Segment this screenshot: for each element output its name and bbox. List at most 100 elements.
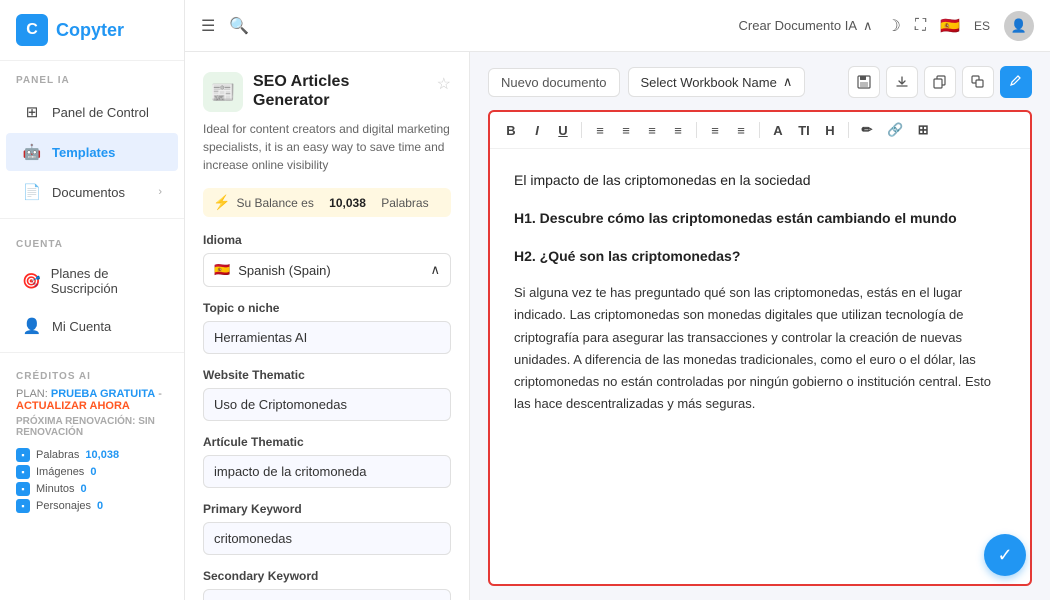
sidebar-item-label: Templates — [52, 145, 115, 160]
topnav-left: ☰ 🔍 — [201, 16, 249, 36]
heading-button[interactable]: H — [819, 121, 841, 140]
workbook-button[interactable]: Select Workbook Name ∧ — [628, 67, 806, 97]
credit-label: Palabras — [36, 449, 79, 461]
logo-box: C — [16, 14, 48, 46]
pen-button[interactable]: ✏ — [856, 120, 878, 140]
font-size-button[interactable]: TI — [793, 121, 815, 140]
favorite-button[interactable]: ☆ — [437, 74, 451, 94]
main: ☰ 🔍 Crear Documento IA ∧ ☽ ⛶ 🇪🇸 ES 👤 📰 S… — [185, 0, 1050, 600]
bold-button[interactable]: B — [500, 121, 522, 140]
download-icon-button[interactable] — [886, 66, 918, 98]
secondary-keyword-input[interactable] — [203, 589, 451, 600]
copy-icon-button[interactable] — [924, 66, 956, 98]
article-thematic-section: Artícule Thematic — [203, 435, 451, 488]
font-color-button[interactable]: A — [767, 121, 789, 140]
fmt-sep-4 — [848, 122, 849, 138]
sidebar-item-mi-cuenta[interactable]: 👤 Mi Cuenta — [6, 307, 178, 345]
sidebar-item-templates[interactable]: 🤖 Templates — [6, 133, 178, 171]
credit-row-palabras: ▪ Palabras 10,038 — [16, 448, 168, 462]
align-center-button[interactable]: ≡ — [615, 121, 637, 140]
credit-row-imagenes: ▪ Imágenes 0 — [16, 465, 168, 479]
balance-unit: Palabras — [381, 196, 428, 210]
editor-toolbar-row: Nuevo documento Select Workbook Name ∧ — [488, 66, 1032, 98]
sidebar: C Copyter PANEL IA ⊞ Panel de Control 🤖 … — [0, 0, 185, 600]
website-thematic-section: Website Thematic — [203, 368, 451, 421]
ordered-list-button[interactable]: ≡ — [704, 121, 726, 140]
copy-icon — [933, 75, 947, 89]
primary-keyword-input[interactable] — [203, 522, 451, 555]
website-thematic-input[interactable] — [203, 388, 451, 421]
credit-label: Imágenes — [36, 466, 84, 478]
content-h1: H1. Descubre cómo las criptomonedas está… — [514, 207, 1006, 231]
idioma-flag-text: 🇪🇸 Spanish (Spain) — [214, 262, 331, 278]
right-panel: Nuevo documento Select Workbook Name ∧ — [470, 52, 1050, 600]
search-button[interactable]: 🔍 — [229, 16, 249, 36]
idioma-label: Idioma — [203, 233, 451, 247]
create-doc-button[interactable]: Crear Documento IA ∧ — [739, 18, 873, 34]
sidebar-logo: C Copyter — [0, 0, 184, 61]
idioma-select[interactable]: 🇪🇸 Spanish (Spain) ∧ — [203, 253, 451, 287]
renovation-line: PRÓXIMA RENOVACIÓN: SIN RENOVACIÓN — [16, 416, 168, 438]
secondary-keyword-section: Secondary Keyword — [203, 569, 451, 600]
topic-input[interactable] — [203, 321, 451, 354]
link-button[interactable]: 🔗 — [882, 120, 908, 140]
save-icon-button[interactable] — [848, 66, 880, 98]
logo-text: Copyter — [56, 20, 124, 41]
credit-row-minutos: ▪ Minutos 0 — [16, 482, 168, 496]
content-body: 📰 SEO Articles Generator ☆ Ideal for con… — [185, 52, 1050, 600]
balance-value: 10,038 — [329, 196, 366, 210]
bolt-icon: ⚡ — [213, 194, 230, 211]
align-left-button[interactable]: ≡ — [589, 121, 611, 140]
fullscreen-button[interactable]: ⛶ — [915, 17, 926, 35]
sidebar-credits: CRÉDITOS AI PLAN: PRUEBA GRATUITA - ACTU… — [0, 359, 184, 528]
sidebar-item-panel-control[interactable]: ⊞ Panel de Control — [6, 93, 178, 131]
credit-label: Minutos — [36, 483, 75, 495]
idioma-flag: 🇪🇸 — [214, 262, 230, 278]
lang-badge: ES — [974, 19, 990, 33]
unordered-list-button[interactable]: ≡ — [730, 121, 752, 140]
topic-section: Topic o niche — [203, 301, 451, 354]
right-panel-wrapper: Nuevo documento Select Workbook Name ∧ — [470, 52, 1050, 600]
website-thematic-label: Website Thematic — [203, 368, 451, 382]
fab-button[interactable]: ✓ — [984, 534, 1026, 576]
credit-value-minutos: 0 — [81, 483, 87, 495]
align-right-button[interactable]: ≡ — [641, 121, 663, 140]
menu-button[interactable]: ☰ — [201, 16, 215, 36]
article-thematic-input[interactable] — [203, 455, 451, 488]
fmt-sep-2 — [696, 122, 697, 138]
palabras-icon: ▪ — [16, 448, 30, 462]
sidebar-item-planes[interactable]: 🎯 Planes de Suscripción — [6, 257, 178, 305]
fmt-sep-3 — [759, 122, 760, 138]
balance-label: Su Balance es — [236, 196, 313, 210]
italic-button[interactable]: I — [526, 121, 548, 140]
editor-box: B I U ≡ ≡ ≡ ≡ ≡ ≡ A TI H — [488, 110, 1032, 586]
template-desc: Ideal for content creators and digital m… — [203, 120, 451, 174]
credit-value-palabras: 10,038 — [85, 449, 119, 461]
editor-content[interactable]: El impacto de las criptomonedas en la so… — [490, 149, 1030, 584]
align-justify-button[interactable]: ≡ — [667, 121, 689, 140]
dark-mode-button[interactable]: ☽ — [887, 16, 901, 36]
minutos-icon: ▪ — [16, 482, 30, 496]
panel-section-label: PANEL IA — [0, 61, 184, 92]
edit-icon-button[interactable] — [1000, 66, 1032, 98]
duplicate-icon-button[interactable] — [962, 66, 994, 98]
plan-free: PRUEBA GRATUITA — [51, 388, 155, 400]
save-icon — [857, 75, 871, 89]
plan-line: PLAN: PRUEBA GRATUITA - ACTUALIZAR AHORA — [16, 388, 168, 412]
duplicate-icon — [971, 75, 985, 89]
plan-update[interactable]: ACTUALIZAR AHORA — [16, 400, 130, 412]
avatar[interactable]: 👤 — [1004, 11, 1034, 41]
plan-label: PLAN: — [16, 388, 48, 400]
doc-name-button[interactable]: Nuevo documento — [488, 68, 620, 97]
cuenta-section-label: CUENTA — [0, 225, 184, 256]
underline-button[interactable]: U — [552, 121, 574, 140]
table-button[interactable]: ⊞ — [912, 120, 934, 140]
sidebar-divider-1 — [0, 218, 184, 219]
credit-label: Personajes — [36, 500, 91, 512]
ai-icon: 🤖 — [22, 142, 42, 162]
credit-value-imagenes: 0 — [90, 466, 96, 478]
edit-icon — [1009, 75, 1023, 89]
chevron-icon: › — [158, 186, 162, 198]
doc-icon: 📄 — [22, 182, 42, 202]
sidebar-item-documentos[interactable]: 📄 Documentos › — [6, 173, 178, 211]
